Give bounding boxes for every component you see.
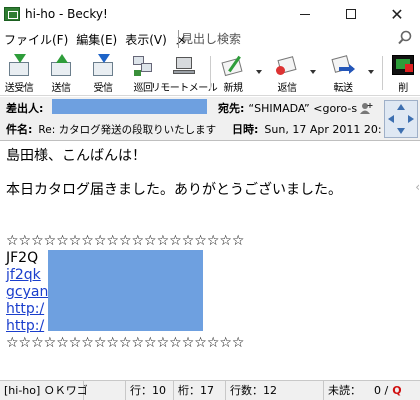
scroll-left-hint-icon: ‹ <box>415 180 420 194</box>
send-receive-icon <box>7 54 31 77</box>
from-value-redacted <box>52 99 207 114</box>
toolbar-separator <box>382 56 383 90</box>
receive-icon <box>91 54 115 77</box>
reply-icon <box>275 54 299 77</box>
patrol-label: 巡回 <box>133 83 154 94</box>
from-row: 差出人: <box>6 98 43 118</box>
status-col: 桁：17 <box>174 380 226 400</box>
date-row: 日時: Sun, 17 Apr 2011 20: <box>232 119 382 139</box>
status-unread-label: 未読： <box>328 383 361 397</box>
body-line-thanks: 本日カタログ届きました。ありがとうございました。 <box>6 182 342 198</box>
signature-stars-bottom: ☆☆☆☆☆☆☆☆☆☆☆☆☆☆☆☆☆☆☆ <box>6 335 245 351</box>
delete-button[interactable]: 削 <box>388 52 418 94</box>
reply-button[interactable]: 返信 <box>270 52 304 94</box>
message-header: 差出人: 宛先: “SHIMADA” <goro-s 件名: Re: カタログ発… <box>0 97 420 141</box>
remote-mail-label: リモートメール <box>150 83 218 94</box>
receive-label: 受信 <box>93 83 114 94</box>
menu-file[interactable]: ファイル(F) <box>0 31 72 48</box>
to-row: 宛先: “SHIMADA” <goro-s <box>218 98 373 118</box>
new-mail-button[interactable]: 新規 <box>216 52 250 94</box>
menu-edit[interactable]: 編集(E) <box>72 31 121 48</box>
title-bar: hi-ho - Becky! ✕ <box>0 0 420 28</box>
body-line-greeting: 島田様、こんばんは！ <box>6 148 146 164</box>
reply-label: 返信 <box>277 83 298 94</box>
date-label: 日時: <box>232 123 259 136</box>
delete-label: 削 <box>398 83 408 94</box>
header-search-input[interactable]: 見出し検索 <box>178 30 388 48</box>
subject-value: Re: カタログ発送の段取りいたします <box>38 123 217 136</box>
remote-mail-icon <box>172 54 196 77</box>
to-value[interactable]: “SHIMADA” <goro-s <box>248 102 357 115</box>
close-button[interactable]: ✕ <box>374 0 420 28</box>
new-mail-label: 新規 <box>223 83 244 94</box>
forward-dropdown-icon[interactable] <box>368 70 374 74</box>
maximize-button[interactable] <box>328 0 374 28</box>
toolbar-separator <box>210 56 211 90</box>
status-unread-count: 0 / <box>374 384 389 397</box>
status-row: 行：10 <box>126 380 174 400</box>
signature-stars-top: ☆☆☆☆☆☆☆☆☆☆☆☆☆☆☆☆☆☆☆ <box>6 233 245 249</box>
minimize-icon <box>300 13 310 15</box>
window-controls: ✕ <box>282 0 420 28</box>
send-button[interactable]: 送信 <box>46 52 76 94</box>
send-label: 送信 <box>51 83 72 94</box>
forward-label: 転送 <box>333 83 354 94</box>
status-folder-name: ＯＫワゴ <box>43 383 88 397</box>
reply-dropdown-icon[interactable] <box>310 70 316 74</box>
new-mail-dropdown-icon[interactable] <box>256 70 262 74</box>
to-label: 宛先: <box>218 102 245 115</box>
search-icon[interactable] <box>397 30 413 46</box>
status-mailbox: [hi-ho] <box>4 383 41 397</box>
header-navigation-pad[interactable] <box>384 100 418 138</box>
navigation-arrows-icon <box>388 104 414 134</box>
maximize-icon <box>346 9 356 19</box>
add-contact-icon[interactable] <box>359 102 373 114</box>
remote-mail-button[interactable]: リモートメール <box>151 52 218 94</box>
minimize-button[interactable] <box>282 0 328 28</box>
patrol-icon <box>131 54 155 77</box>
status-lines: 行数：12 <box>226 380 324 400</box>
delete-icon <box>391 54 415 77</box>
becky-app-icon <box>4 7 20 21</box>
receive-button[interactable]: 受信 <box>88 52 118 94</box>
date-value: Sun, 17 Apr 2011 20: <box>264 122 382 136</box>
status-q-indicator: Q <box>392 384 402 397</box>
close-icon: ✕ <box>390 4 404 24</box>
signature-redaction <box>48 250 203 331</box>
subject-label: 件名: <box>6 123 33 136</box>
forward-icon <box>331 54 355 77</box>
send-icon <box>49 54 73 77</box>
forward-button[interactable]: 転送 <box>326 52 360 94</box>
subject-row: 件名: Re: カタログ発送の段取りいたします <box>6 119 216 139</box>
window-title: hi-ho - Becky! <box>25 7 108 21</box>
toolbar: 送受信 送信 受信 巡回 リモートメール 新規 返信 転送 削 <box>0 50 420 96</box>
status-folder: [hi-ho] ＯＫワゴ <box>0 380 88 400</box>
from-label: 差出人: <box>6 102 44 115</box>
send-receive-label: 送受信 <box>4 83 34 94</box>
send-receive-button[interactable]: 送受信 <box>2 52 36 94</box>
status-bar: [hi-ho] ＯＫワゴ 行：10 桁：17 行数：12 未読： 0 / Q <box>0 380 420 400</box>
menu-view[interactable]: 表示(V) <box>121 31 171 48</box>
new-mail-icon <box>221 54 245 77</box>
